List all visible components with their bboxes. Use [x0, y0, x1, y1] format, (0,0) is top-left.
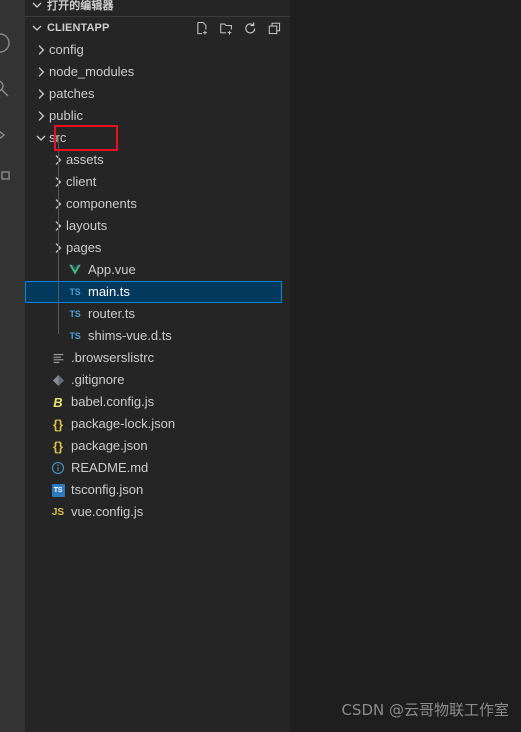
- tree-file-row[interactable]: {} package-lock.json: [25, 413, 290, 435]
- gitignore-file-icon: [49, 369, 67, 391]
- tree-item-label: vue.config.js: [71, 504, 144, 519]
- tree-item-label: pages: [66, 240, 102, 255]
- chevron-down-icon: [29, 0, 45, 13]
- tree-file-row[interactable]: TS router.ts: [25, 303, 290, 325]
- tree-item-label: layouts: [66, 218, 108, 233]
- explorer-icon[interactable]: [0, 30, 13, 56]
- tree-item-label: shims-vue.d.ts: [88, 328, 172, 343]
- extensions-icon[interactable]: [0, 168, 13, 194]
- project-title: CLIENTAPP: [47, 22, 110, 34]
- tree-file-row[interactable]: JS vue.config.js: [25, 501, 290, 523]
- chevron-right-icon[interactable]: [33, 105, 49, 127]
- collapse-folders-button[interactable]: [266, 20, 282, 36]
- tree-folder-row[interactable]: public: [25, 105, 290, 127]
- activity-bar: [0, 0, 25, 732]
- indent-guide: [58, 136, 59, 334]
- tree-folder-row[interactable]: client: [25, 171, 290, 193]
- tree-file-row[interactable]: TS shims-vue.d.ts: [25, 325, 290, 347]
- tree-item-label: main.ts: [88, 284, 130, 299]
- tree-item-label: node_modules: [49, 64, 135, 79]
- tree-item-label: package-lock.json: [71, 416, 176, 431]
- vue-file-icon: [66, 259, 84, 281]
- chevron-right-icon[interactable]: [33, 83, 49, 105]
- tree-folder-row[interactable]: config: [25, 39, 290, 61]
- tree-file-row[interactable]: Bbabel.config.js: [25, 391, 290, 413]
- typescript-file-icon: TS: [69, 309, 81, 319]
- tree-item-label: public: [49, 108, 83, 123]
- chevron-down-icon[interactable]: [33, 127, 49, 149]
- open-editors-title: 打开的编辑器: [47, 0, 114, 12]
- file-tree: config node_modulespatches public src assets…: [25, 39, 290, 523]
- project-header[interactable]: CLIENTAPP: [25, 17, 290, 39]
- tree-item-label: babel.config.js: [71, 394, 155, 409]
- tree-folder-row[interactable]: patches: [25, 83, 290, 105]
- typescript-file-icon: TS: [69, 287, 81, 297]
- tree-item-label: README.md: [71, 460, 149, 475]
- editor-area: CSDN @云哥物联工作室: [290, 0, 521, 732]
- tree-item-label: .browserslistrc: [71, 350, 155, 365]
- search-icon[interactable]: [0, 75, 13, 101]
- source-control-icon[interactable]: [0, 122, 13, 148]
- watermark-text: CSDN @云哥物联工作室: [341, 701, 509, 719]
- tree-item-label: .gitignore: [71, 372, 125, 387]
- chevron-right-icon[interactable]: [33, 61, 49, 83]
- readme-file-icon: [49, 457, 67, 479]
- tsconfig-file-icon: TS: [49, 479, 67, 501]
- tree-item-label: tsconfig.json: [71, 482, 144, 497]
- tree-item-label: App.vue: [88, 262, 136, 277]
- tree-folder-row[interactable]: node_modules: [25, 61, 290, 83]
- open-editors-header[interactable]: 打开的编辑器: [25, 0, 290, 16]
- tree-folder-row[interactable]: assets: [25, 149, 290, 171]
- tree-item-label: components: [66, 196, 137, 211]
- tree-folder-row[interactable]: src: [25, 127, 290, 149]
- chevron-down-icon: [29, 20, 45, 36]
- typescript-file-icon: TS: [69, 331, 81, 341]
- tree-file-row[interactable]: TS tsconfig.json: [25, 479, 290, 501]
- tree-item-label: patches: [49, 86, 95, 101]
- browserslistrc-file-icon: [49, 347, 67, 369]
- tree-item-label: assets: [66, 152, 104, 167]
- tree-folder-row[interactable]: layouts: [25, 215, 290, 237]
- new-folder-button[interactable]: [218, 20, 234, 36]
- json-file-icon: {}: [52, 438, 64, 454]
- tree-file-row[interactable]: {} package.json: [25, 435, 290, 457]
- new-file-button[interactable]: [194, 20, 210, 36]
- javascript-file-icon: JS: [51, 506, 65, 518]
- tree-file-row[interactable]: .gitignore: [25, 369, 290, 391]
- explorer-actions: [194, 17, 282, 39]
- json-file-icon: {}: [52, 416, 64, 432]
- tree-file-row[interactable]: README.md: [25, 457, 290, 479]
- tree-item-label: client: [66, 174, 97, 189]
- tree-item-label: config: [49, 42, 84, 57]
- tree-item-label: router.ts: [88, 306, 135, 321]
- tree-file-row[interactable]: TS main.ts: [25, 281, 282, 303]
- tree-file-row[interactable]: .browserslistrc: [25, 347, 290, 369]
- tree-item-label: package.json: [71, 438, 148, 453]
- vscode-window: 打开的编辑器 CLIENTAPP config node_modules pat…: [0, 0, 521, 732]
- tree-folder-row[interactable]: components: [25, 193, 290, 215]
- refresh-explorer-button[interactable]: [242, 20, 258, 36]
- explorer-sidebar: 打开的编辑器 CLIENTAPP config node_modules pat…: [25, 0, 290, 732]
- babel-file-icon: B: [53, 394, 63, 410]
- chevron-right-icon[interactable]: [33, 39, 49, 61]
- tree-file-row[interactable]: App.vue: [25, 259, 290, 281]
- tree-folder-row[interactable]: pages: [25, 237, 290, 259]
